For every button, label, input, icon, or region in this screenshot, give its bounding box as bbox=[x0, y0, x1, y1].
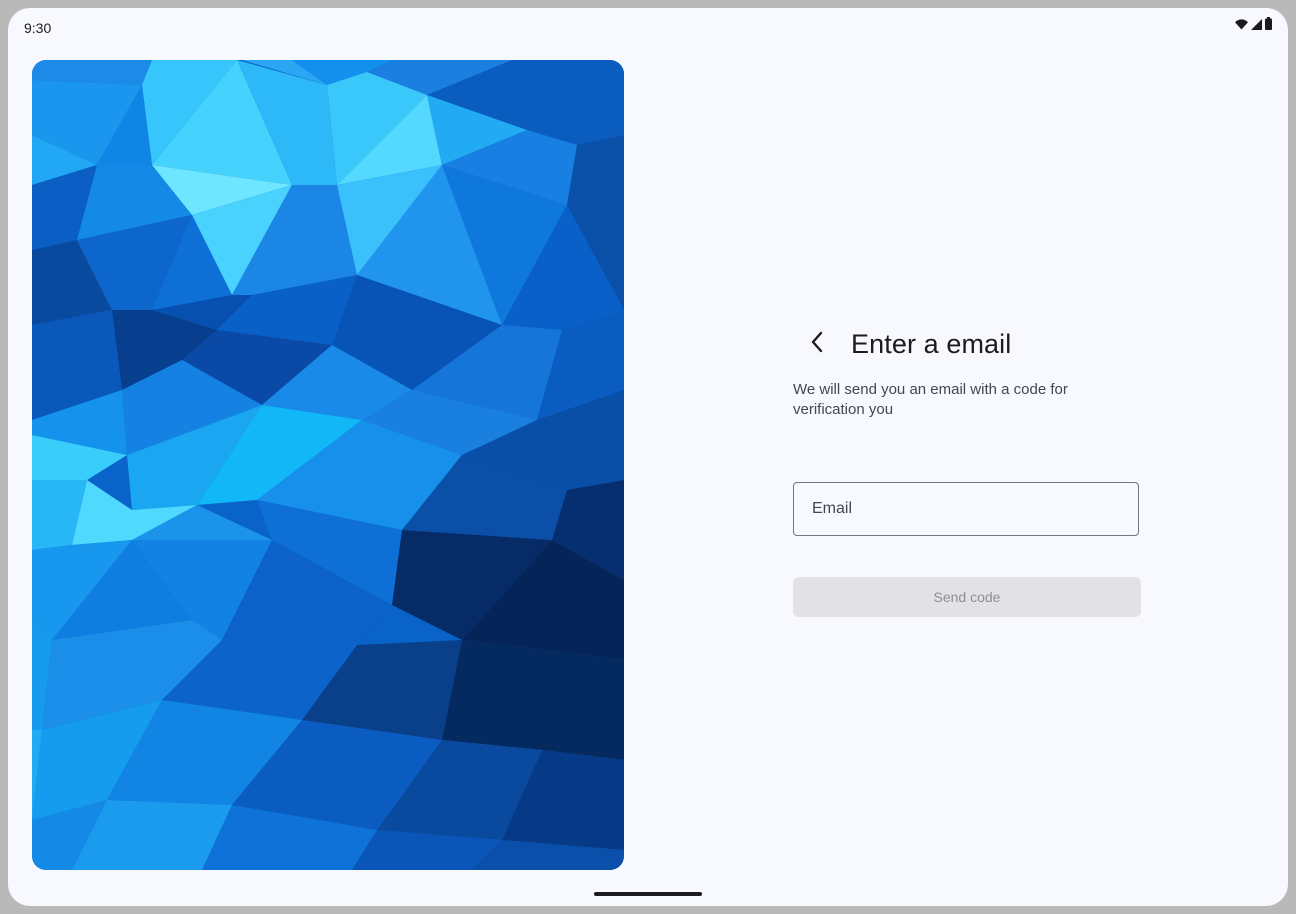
page-title: Enter a email bbox=[851, 328, 1012, 359]
chevron-left-icon bbox=[810, 331, 824, 358]
gesture-nav-handle[interactable] bbox=[594, 892, 702, 896]
email-input[interactable] bbox=[810, 499, 1138, 519]
battery-icon bbox=[1265, 17, 1272, 35]
device-frame: 9:30 Enter a email We will send you an e… bbox=[0, 0, 1296, 914]
status-bar: 9:30 bbox=[8, 8, 1288, 48]
hero-image bbox=[32, 60, 624, 870]
title-row: Enter a email bbox=[793, 324, 1141, 364]
back-button[interactable] bbox=[793, 324, 841, 364]
screen: 9:30 Enter a email We will send you an e… bbox=[8, 8, 1288, 906]
email-field[interactable] bbox=[793, 482, 1139, 536]
status-time: 9:30 bbox=[24, 20, 52, 36]
page-subtitle: We will send you an email with a code fo… bbox=[793, 381, 1068, 418]
email-form: Enter a email We will send you an email … bbox=[793, 324, 1141, 617]
wifi-icon bbox=[1235, 17, 1248, 35]
status-icons bbox=[1235, 17, 1272, 35]
cell-signal-icon bbox=[1251, 17, 1262, 35]
polygon-artwork bbox=[32, 60, 624, 870]
send-code-button[interactable]: Send code bbox=[793, 577, 1141, 617]
